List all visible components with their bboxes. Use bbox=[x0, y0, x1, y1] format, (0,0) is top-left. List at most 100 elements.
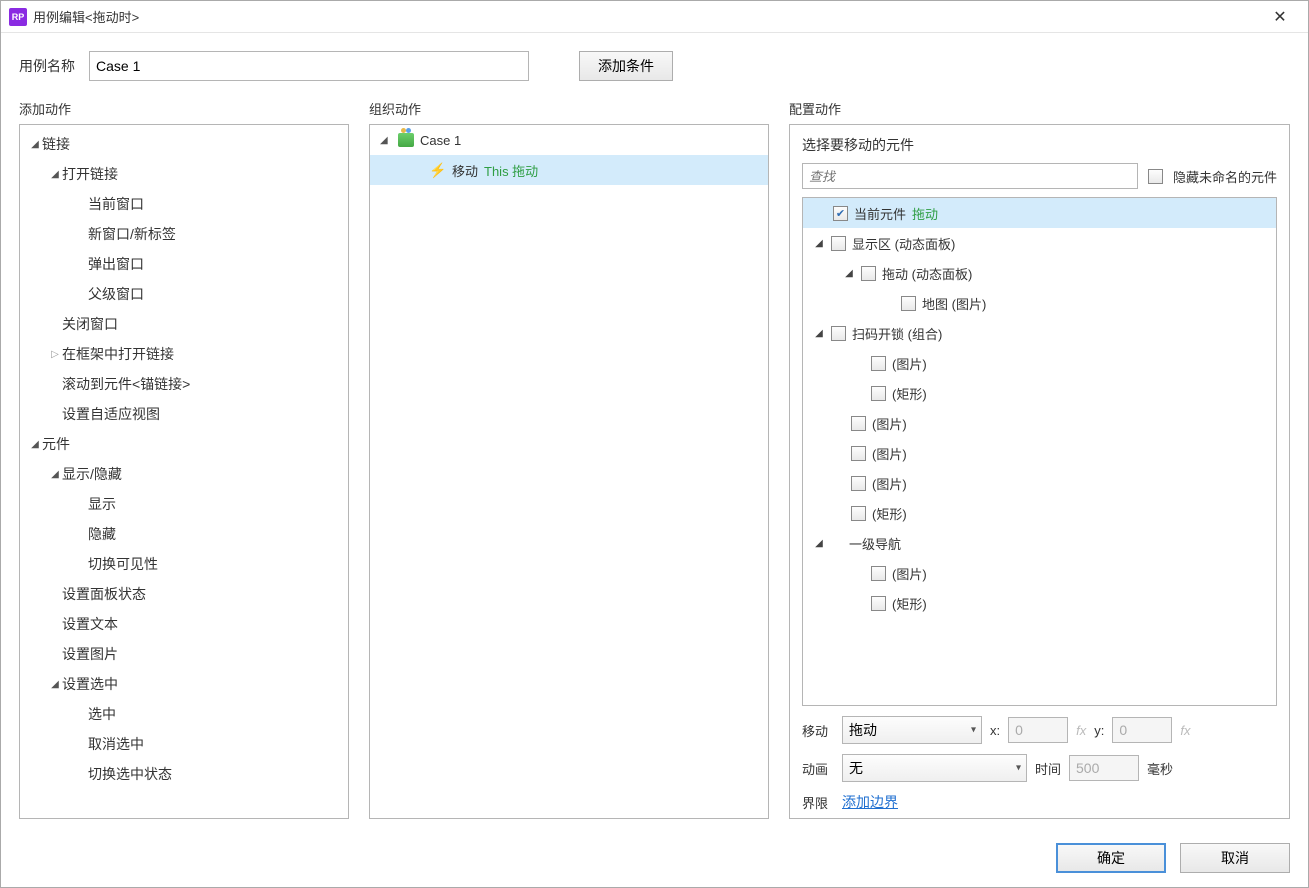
check[interactable] bbox=[861, 266, 876, 281]
case-name-label: 用例名称 bbox=[19, 56, 75, 76]
check[interactable] bbox=[851, 476, 866, 491]
check[interactable] bbox=[851, 446, 866, 461]
wrow-drag[interactable]: ◢拖动 (动态面板) bbox=[803, 258, 1276, 288]
wrow-label: (矩形) bbox=[892, 384, 927, 403]
widget-search-input[interactable] bbox=[802, 163, 1138, 189]
wrow-label: 地图 (图片) bbox=[922, 294, 986, 313]
configure-panel: 选择要移动的元件 隐藏未命名的元件 当前元件 拖动 ◢显示区 (动态面板) bbox=[789, 124, 1290, 819]
wrow-rect-2[interactable]: ·(矩形) bbox=[803, 498, 1276, 528]
time-input[interactable] bbox=[1069, 755, 1139, 781]
check[interactable] bbox=[871, 596, 886, 611]
wrow-image-4[interactable]: ·(图片) bbox=[803, 468, 1276, 498]
check[interactable] bbox=[831, 326, 846, 341]
check[interactable] bbox=[851, 416, 866, 431]
action-row-move[interactable]: ⚡ 移动 This 拖动 bbox=[370, 155, 768, 185]
organize-panel: ◢ Case 1 ⚡ 移动 This 拖动 bbox=[369, 124, 769, 819]
case-label: Case 1 bbox=[420, 133, 461, 148]
y-label: y: bbox=[1094, 723, 1104, 738]
wrow-label: 一级导航 bbox=[849, 534, 901, 553]
bounds-label: 界限 bbox=[802, 793, 834, 812]
tree-scroll-to-widget[interactable]: ·滚动到元件<锚链接> bbox=[20, 369, 348, 399]
close-icon[interactable]: ✕ bbox=[1260, 1, 1300, 32]
tree-toggle-visibility[interactable]: ·切换可见性 bbox=[20, 549, 348, 579]
tree-link[interactable]: ◢链接 bbox=[20, 129, 348, 159]
wrow-label: (图片) bbox=[892, 564, 927, 583]
wrow-label: (图片) bbox=[872, 444, 907, 463]
wrow-display-area[interactable]: ◢显示区 (动态面板) bbox=[803, 228, 1276, 258]
wrow-nav1-image[interactable]: ·(图片) bbox=[803, 558, 1276, 588]
wrow-current[interactable]: 当前元件 拖动 bbox=[803, 198, 1276, 228]
tree-set-image[interactable]: ·设置图片 bbox=[20, 639, 348, 669]
actions-scroll[interactable]: ◢链接 ◢打开链接 ·当前窗口 ·新窗口/新标签 ·弹出窗口 ·父级窗口 ·关闭… bbox=[20, 125, 348, 818]
tree-set-selected[interactable]: ◢设置选中 bbox=[20, 669, 348, 699]
wrow-rect-1[interactable]: ·(矩形) bbox=[803, 378, 1276, 408]
tree-set-adaptive-view[interactable]: ·设置自适应视图 bbox=[20, 399, 348, 429]
dialog-footer: 确定 取消 bbox=[1, 833, 1308, 887]
wrow-label: (图片) bbox=[872, 414, 907, 433]
wrow-image-3[interactable]: ·(图片) bbox=[803, 438, 1276, 468]
ok-button[interactable]: 确定 bbox=[1056, 843, 1166, 873]
x-input[interactable] bbox=[1008, 717, 1068, 743]
anim-type-select[interactable]: 无 bbox=[842, 754, 1027, 782]
hide-unnamed-checkbox[interactable] bbox=[1148, 169, 1163, 184]
move-type-select[interactable]: 拖动 bbox=[842, 716, 982, 744]
anim-config-row: 动画 无 时间 毫秒 bbox=[802, 754, 1277, 782]
tree-set-text[interactable]: ·设置文本 bbox=[20, 609, 348, 639]
tree-close-window[interactable]: ·关闭窗口 bbox=[20, 309, 348, 339]
case-name-row: 用例名称 添加条件 bbox=[1, 33, 1308, 91]
wrow-current-check[interactable] bbox=[833, 206, 848, 221]
tree-open-in-frame[interactable]: ▷在框架中打开链接 bbox=[20, 339, 348, 369]
move-label: 移动 bbox=[802, 721, 834, 740]
case-row[interactable]: ◢ Case 1 bbox=[370, 125, 768, 155]
check[interactable] bbox=[871, 386, 886, 401]
add-bounds-link[interactable]: 添加边界 bbox=[842, 792, 898, 812]
tree-popup-window[interactable]: ·弹出窗口 bbox=[20, 249, 348, 279]
tree-hide[interactable]: ·隐藏 bbox=[20, 519, 348, 549]
add-action-panel: ◢链接 ◢打开链接 ·当前窗口 ·新窗口/新标签 ·弹出窗口 ·父级窗口 ·关闭… bbox=[19, 124, 349, 819]
tree-set-panel-state[interactable]: ·设置面板状态 bbox=[20, 579, 348, 609]
wrow-map[interactable]: ·地图 (图片) bbox=[803, 288, 1276, 318]
wrow-image-2[interactable]: ·(图片) bbox=[803, 408, 1276, 438]
wrow-current-suffix: 拖动 bbox=[912, 204, 938, 223]
wrow-image-1[interactable]: ·(图片) bbox=[803, 348, 1276, 378]
tree-open-link[interactable]: ◢打开链接 bbox=[20, 159, 348, 189]
hide-unnamed-label: 隐藏未命名的元件 bbox=[1173, 167, 1277, 186]
columns-container: ◢链接 ◢打开链接 ·当前窗口 ·新窗口/新标签 ·弹出窗口 ·父级窗口 ·关闭… bbox=[1, 124, 1308, 833]
y-input[interactable] bbox=[1112, 717, 1172, 743]
case-name-input[interactable] bbox=[89, 51, 529, 81]
tree-parent-window[interactable]: ·父级窗口 bbox=[20, 279, 348, 309]
check[interactable] bbox=[851, 506, 866, 521]
check[interactable] bbox=[901, 296, 916, 311]
tree-widget[interactable]: ◢元件 bbox=[20, 429, 348, 459]
app-icon: RP bbox=[9, 8, 27, 26]
tree-current-window[interactable]: ·当前窗口 bbox=[20, 189, 348, 219]
tree-selected-off[interactable]: ·取消选中 bbox=[20, 729, 348, 759]
anim-label: 动画 bbox=[802, 759, 834, 778]
wrow-scan-unlock[interactable]: ◢扫码开锁 (组合) bbox=[803, 318, 1276, 348]
wrow-label: (图片) bbox=[892, 354, 927, 373]
widget-tree[interactable]: 当前元件 拖动 ◢显示区 (动态面板) ◢拖动 (动态面板) ·地图 (图片) … bbox=[803, 198, 1276, 705]
check[interactable] bbox=[871, 356, 886, 371]
tree-show[interactable]: ·显示 bbox=[20, 489, 348, 519]
tree-selected-on[interactable]: ·选中 bbox=[20, 699, 348, 729]
check[interactable] bbox=[871, 566, 886, 581]
organize-hscroll[interactable] bbox=[370, 798, 768, 818]
check[interactable] bbox=[831, 236, 846, 251]
header-organize-action: 组织动作 bbox=[369, 99, 769, 118]
bolt-icon: ⚡ bbox=[430, 162, 446, 179]
time-unit: 毫秒 bbox=[1147, 759, 1173, 778]
cancel-button[interactable]: 取消 bbox=[1180, 843, 1290, 873]
organize-scroll[interactable]: ◢ Case 1 ⚡ 移动 This 拖动 bbox=[370, 125, 768, 798]
window-title: 用例编辑<拖动时> bbox=[33, 7, 1260, 26]
wrow-nav1-rect[interactable]: ·(矩形) bbox=[803, 588, 1276, 618]
x-fx-icon[interactable]: fx bbox=[1076, 723, 1086, 738]
y-fx-icon[interactable]: fx bbox=[1180, 723, 1190, 738]
wrow-label: (矩形) bbox=[892, 594, 927, 613]
wrow-nav1[interactable]: ◢·一级导航 bbox=[803, 528, 1276, 558]
configure-heading: 选择要移动的元件 bbox=[802, 135, 1277, 155]
tree-new-window[interactable]: ·新窗口/新标签 bbox=[20, 219, 348, 249]
move-config-row: 移动 拖动 x: fx y: fx bbox=[802, 716, 1277, 744]
tree-toggle-selected[interactable]: ·切换选中状态 bbox=[20, 759, 348, 789]
add-condition-button[interactable]: 添加条件 bbox=[579, 51, 673, 81]
tree-show-hide[interactable]: ◢显示/隐藏 bbox=[20, 459, 348, 489]
